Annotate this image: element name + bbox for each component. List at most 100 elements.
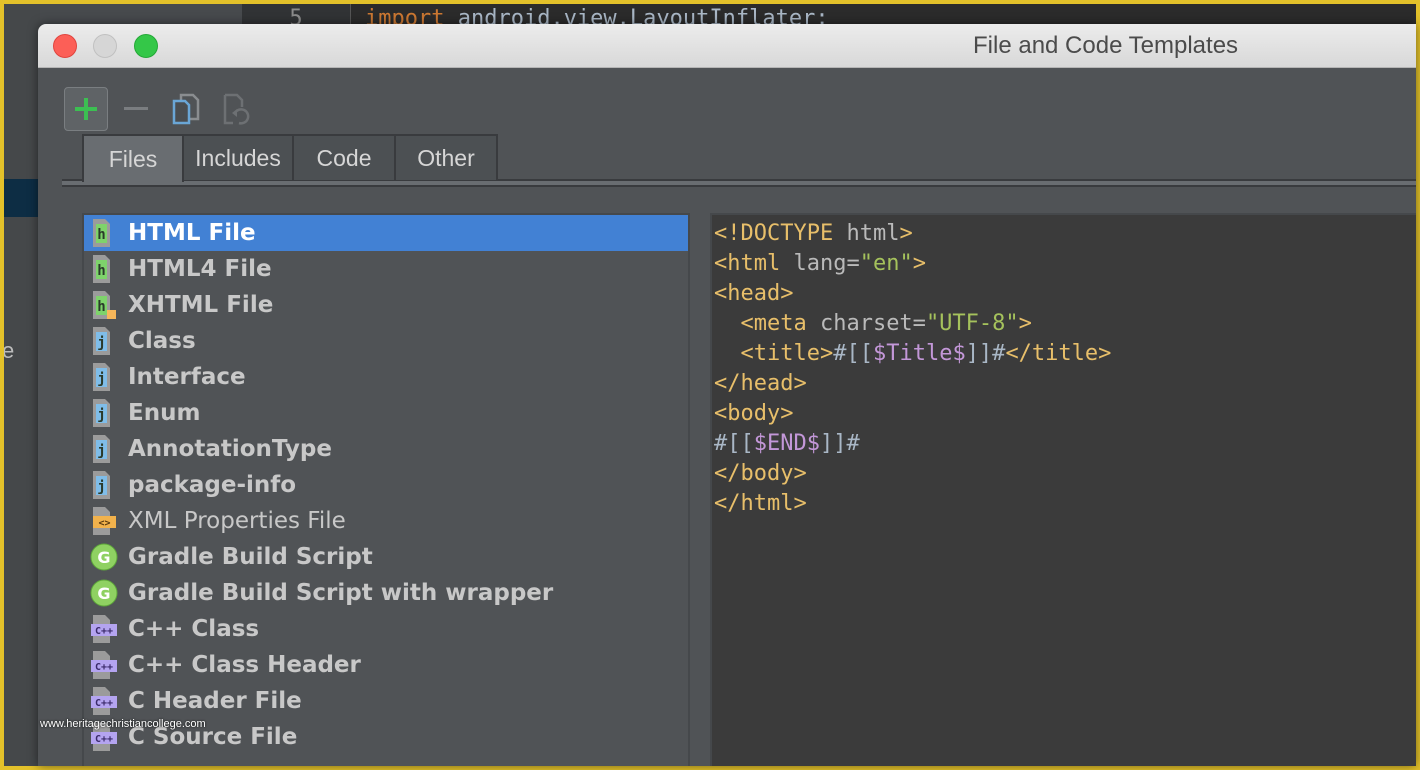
- code-token: </body>: [714, 461, 807, 486]
- code-token: <head>: [714, 281, 794, 306]
- svg-text:h: h: [97, 299, 105, 315]
- svg-text:j: j: [97, 443, 105, 459]
- java-file-icon: j: [90, 398, 118, 428]
- code-token: html: [833, 221, 900, 246]
- code-line: <body>: [714, 399, 1416, 429]
- svg-text:C++: C++: [95, 734, 113, 745]
- template-list-item[interactable]: G Gradle Build Script: [84, 539, 688, 575]
- svg-text:h: h: [97, 263, 105, 279]
- title-bar[interactable]: File and Code Templates: [38, 24, 1416, 68]
- template-list-item[interactable]: h HTML File: [84, 215, 688, 251]
- code-line: </body>: [714, 459, 1416, 489]
- template-list-item[interactable]: j Class: [84, 323, 688, 359]
- svg-text:C++: C++: [95, 626, 113, 637]
- template-label: XML Properties File: [128, 508, 346, 534]
- template-label: HTML4 File: [128, 256, 272, 282]
- template-label: C Header File: [128, 688, 302, 714]
- code-token: "en": [859, 251, 913, 276]
- svg-text:j: j: [97, 335, 105, 351]
- template-list-item[interactable]: C++ C Header File: [84, 683, 688, 719]
- java-file-icon: j: [90, 434, 118, 464]
- code-token: $END$: [753, 431, 820, 456]
- template-list-item[interactable]: j AnnotationType: [84, 431, 688, 467]
- background-selected-row: [4, 179, 40, 217]
- cpp-file-icon: C++: [90, 686, 118, 716]
- gradle-icon: G: [90, 542, 118, 572]
- svg-text:C++: C++: [95, 698, 113, 709]
- reset-template-button[interactable]: [214, 87, 258, 131]
- remove-template-button[interactable]: [114, 87, 158, 131]
- template-label: Gradle Build Script with wrapper: [128, 580, 554, 606]
- template-label: AnnotationType: [128, 436, 332, 462]
- template-label: Interface: [128, 364, 246, 390]
- code-token: <html: [714, 251, 781, 276]
- code-token: <meta: [714, 311, 807, 336]
- tab-includes[interactable]: Includes: [182, 134, 294, 180]
- code-line: <title>#[[$Title$]]#</title>: [714, 339, 1416, 369]
- svg-text:j: j: [97, 407, 105, 423]
- template-list-item[interactable]: j Enum: [84, 395, 688, 431]
- code-token: "UTF-8": [925, 311, 1019, 336]
- reset-icon: [223, 93, 250, 125]
- xml-file-icon: <>: [90, 506, 118, 536]
- template-label: C++ Class Header: [128, 652, 361, 678]
- maximize-window-button[interactable]: [134, 34, 158, 58]
- template-list-item[interactable]: C++ C++ Class: [84, 611, 688, 647]
- code-line: </head>: [714, 369, 1416, 399]
- svg-text:j: j: [97, 371, 105, 387]
- svg-text:G: G: [97, 548, 110, 567]
- template-label: XHTML File: [128, 292, 274, 318]
- copy-template-button[interactable]: [164, 87, 208, 131]
- code-token: charset=: [806, 311, 926, 336]
- html-file-icon: h: [90, 218, 118, 248]
- template-list-item[interactable]: j Interface: [84, 359, 688, 395]
- template-label: HTML File: [128, 220, 256, 246]
- add-template-button[interactable]: [64, 87, 108, 131]
- code-token: </head>: [714, 371, 807, 396]
- template-editor[interactable]: <!DOCTYPE html> <html lang="en"> <head> <m…: [710, 213, 1416, 766]
- template-label: Class: [128, 328, 196, 354]
- code-token: ]]#: [965, 341, 1006, 366]
- template-list-item[interactable]: <> XML Properties File: [84, 503, 688, 539]
- svg-text:h: h: [97, 227, 105, 243]
- code-token: >: [912, 251, 926, 276]
- code-token: <body>: [714, 401, 794, 426]
- svg-text:<>: <>: [98, 518, 110, 529]
- tab-code[interactable]: Code: [292, 134, 396, 180]
- code-line: <html lang="en">: [714, 249, 1416, 279]
- minimize-window-button[interactable]: [93, 34, 117, 58]
- svg-text:C++: C++: [95, 662, 113, 673]
- close-window-button[interactable]: [53, 34, 77, 58]
- gradle-icon: G: [90, 578, 118, 608]
- copy-icon: [172, 93, 200, 125]
- template-tabs: Files Includes Code Other: [82, 134, 498, 182]
- template-list-item[interactable]: h HTML4 File: [84, 251, 688, 287]
- template-list[interactable]: h HTML File h HTML4 File h XHTML File j Class j I…: [82, 213, 690, 766]
- file-and-code-templates-dialog: File and Code Templates Files Includes C…: [38, 24, 1416, 766]
- template-list-item[interactable]: C++ C++ Class Header: [84, 647, 688, 683]
- svg-text:G: G: [97, 584, 110, 603]
- code-line: <!DOCTYPE html>: [714, 219, 1416, 249]
- cpp-file-icon: C++: [90, 650, 118, 680]
- window-title: File and Code Templates: [973, 32, 1239, 59]
- background-partial-text: e: [4, 338, 15, 363]
- template-list-item[interactable]: G Gradle Build Script with wrapper: [84, 575, 688, 611]
- tab-files[interactable]: Files: [82, 134, 184, 182]
- template-label: Enum: [128, 400, 201, 426]
- code-token: </html>: [714, 491, 807, 516]
- cpp-file-icon: C++: [90, 614, 118, 644]
- html-file-icon: h: [90, 254, 118, 284]
- template-list-item[interactable]: j package-info: [84, 467, 688, 503]
- background-project-panel: [4, 4, 40, 766]
- template-list-item[interactable]: h XHTML File: [84, 287, 688, 323]
- code-token: ]]#: [819, 431, 860, 456]
- xhtml-file-icon: h: [90, 290, 118, 320]
- code-line: #[[$END$]]#: [714, 429, 1416, 459]
- code-token: lang=: [780, 251, 860, 276]
- minus-icon: [124, 107, 148, 110]
- watermark: www.heritagechristiancollege.com: [40, 718, 206, 730]
- code-token: #[[: [833, 341, 873, 366]
- java-file-icon: j: [90, 362, 118, 392]
- tab-other[interactable]: Other: [394, 134, 498, 180]
- template-label: Gradle Build Script: [128, 544, 373, 570]
